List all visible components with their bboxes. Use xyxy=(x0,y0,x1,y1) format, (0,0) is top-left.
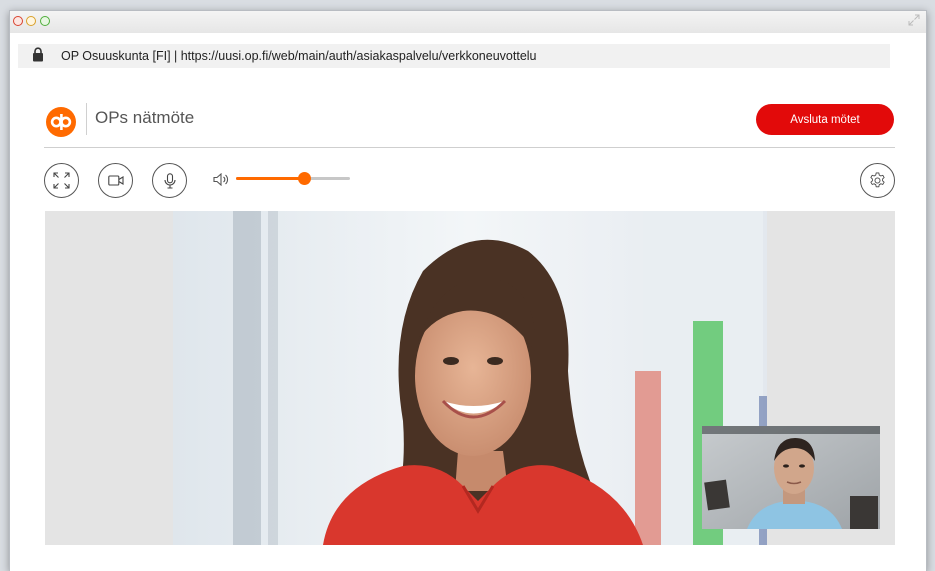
brand-divider xyxy=(86,103,87,135)
maximize-window-button[interactable] xyxy=(40,16,50,26)
fullscreen-icon xyxy=(53,172,70,189)
address-bar[interactable]: OP Osuuskunta [FI] | https://uusi.op.fi/… xyxy=(18,44,890,68)
title-bar xyxy=(10,11,926,33)
camera-toggle-button[interactable] xyxy=(98,163,133,198)
video-camera-icon xyxy=(107,175,124,186)
op-logo-icon xyxy=(46,107,76,137)
self-view-video xyxy=(702,426,880,529)
remote-participant-image xyxy=(173,211,767,545)
gear-icon xyxy=(870,172,885,188)
microphone-toggle-button[interactable] xyxy=(152,163,187,198)
minimize-window-button[interactable] xyxy=(26,16,36,26)
volume-slider[interactable] xyxy=(236,168,352,188)
volume-slider-fill xyxy=(236,177,305,180)
video-call-area xyxy=(45,211,895,545)
microphone-icon xyxy=(163,172,176,189)
close-window-button[interactable] xyxy=(13,16,23,26)
settings-button[interactable] xyxy=(860,163,895,198)
end-meeting-button[interactable]: Avsluta mötet xyxy=(756,104,894,135)
volume-slider-handle[interactable] xyxy=(298,172,312,185)
local-participant-image xyxy=(702,426,880,529)
fullscreen-button[interactable] xyxy=(44,163,79,198)
url-text: OP Osuuskunta [FI] | https://uusi.op.fi/… xyxy=(61,49,537,63)
resize-icon[interactable] xyxy=(908,14,920,26)
browser-window: OP Osuuskunta [FI] | https://uusi.op.fi/… xyxy=(9,10,927,571)
header-divider xyxy=(44,147,895,148)
lock-icon xyxy=(33,47,43,62)
page-title: OPs nätmöte xyxy=(95,108,195,127)
speaker-icon[interactable] xyxy=(213,173,230,186)
remote-video xyxy=(173,211,767,545)
